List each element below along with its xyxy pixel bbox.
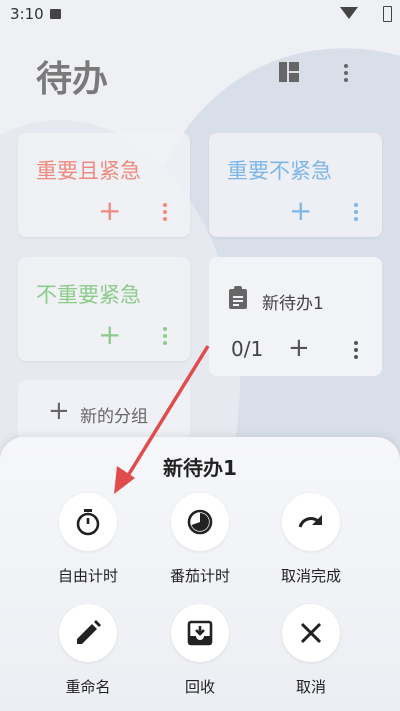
annotation-arrow	[114, 345, 210, 494]
